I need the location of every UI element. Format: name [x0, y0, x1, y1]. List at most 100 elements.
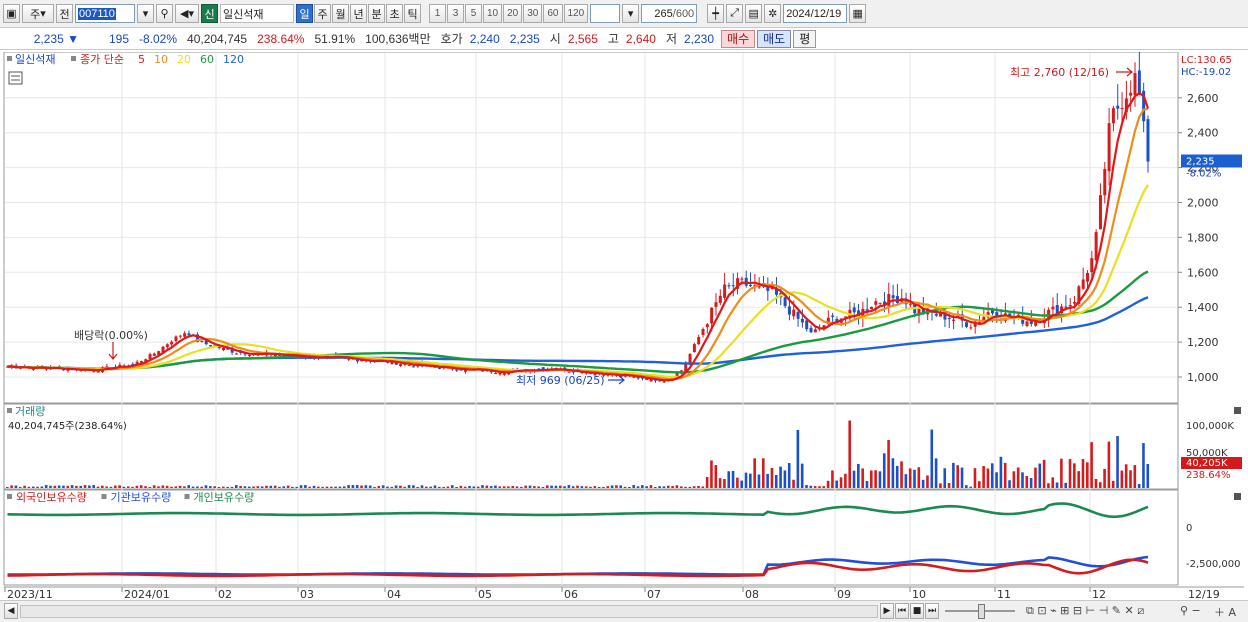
candle-body-249: [1081, 279, 1085, 289]
volume-bar-197: [857, 463, 860, 488]
volume-bar-12: [57, 485, 61, 488]
holding-close-icon[interactable]: [1234, 493, 1241, 500]
date-input[interactable]: 2024/12/19: [783, 4, 848, 23]
volume-bar-244: [1060, 458, 1063, 488]
volume-bar-250: [1086, 462, 1089, 488]
volume-bar-195: [848, 420, 851, 488]
candle-body-256: [1111, 108, 1115, 124]
interval-tab-5[interactable]: 5: [465, 4, 482, 23]
volume-bar-71: [312, 485, 316, 488]
price-panel: [3, 52, 1179, 404]
stock-code-input[interactable]: 007110: [75, 4, 135, 23]
volume-title: 거래량: [15, 405, 45, 418]
volume-bar-86: [377, 486, 381, 488]
volume-bar-174: [757, 474, 761, 488]
volume-bar-260: [1129, 470, 1132, 488]
period-tab-2[interactable]: 월: [332, 4, 349, 23]
volume-bar-177: [770, 468, 774, 488]
volume-bar-243: [1055, 482, 1059, 488]
credit-badge[interactable]: 신: [201, 4, 218, 23]
candle-body-236: [1025, 321, 1029, 326]
interval-tab-60[interactable]: 60: [543, 4, 563, 23]
volume-bar-144: [628, 486, 631, 488]
volume-bar-236: [1025, 475, 1029, 488]
candle-body-34: [152, 353, 156, 356]
volume-bar-64: [282, 486, 286, 488]
volume-bar-165: [718, 478, 722, 488]
date-axis: 2023/11 2024/01 02 03 04 05 06 07 08 09 10 11 12: [4, 587, 1106, 601]
avg-button[interactable]: 평: [793, 29, 817, 48]
volume-bar-140: [610, 485, 614, 488]
search-icon[interactable]: ⚲: [156, 4, 173, 23]
drawing-tools-icon[interactable]: ⧉ ⊡ ⌁ ⊞ ⊟ ⊢ ⊣ ✎ ✕ ⧄: [1026, 604, 1144, 618]
stop-icon[interactable]: ■: [910, 603, 924, 619]
zoom-out-icon[interactable]: ⚲ −: [1180, 604, 1201, 617]
period-tab-0[interactable]: 일: [296, 4, 313, 23]
jump-last-icon[interactable]: ⏭: [925, 603, 939, 619]
volume-bar-208: [904, 474, 908, 488]
volume-close-icon[interactable]: [1234, 407, 1241, 414]
period-tab-4[interactable]: 분: [368, 4, 385, 23]
count-input[interactable]: 265/600: [641, 4, 698, 23]
sell-button[interactable]: 매도: [757, 29, 792, 48]
scroll-right-icon[interactable]: ▶: [880, 603, 894, 619]
period-tab-6[interactable]: 틱: [404, 4, 421, 23]
link-icon[interactable]: ⤢: [726, 4, 744, 23]
save-icon[interactable]: ▤: [745, 4, 763, 23]
candle-icon[interactable]: ┿: [707, 4, 725, 23]
volume-bar-17: [79, 485, 83, 488]
interval-tab-3[interactable]: 3: [447, 4, 464, 23]
volume-bar-252: [1094, 478, 1098, 488]
volume-bar-69: [304, 485, 307, 488]
volume-bar-30: [135, 485, 139, 488]
speaker-icon[interactable]: ◀▾: [175, 4, 199, 23]
ask-label: 호가: [440, 32, 463, 46]
gear-icon[interactable]: ✲: [764, 4, 782, 23]
open-price: 2,565: [567, 31, 598, 46]
period-tab-5[interactable]: 초: [386, 4, 403, 23]
volume-bar-109: [476, 486, 480, 488]
volume-bar-153: [666, 485, 670, 488]
candle-body-170: [740, 278, 744, 280]
volume-bar-63: [278, 486, 281, 488]
volume-bar-39: [174, 486, 178, 488]
zoom-in-icon[interactable]: ＋ A: [1214, 604, 1236, 620]
period-tab-3[interactable]: 년: [350, 4, 367, 23]
grid-icon[interactable]: [8, 71, 23, 85]
low-price: 2,230: [684, 31, 715, 46]
volume-bar-104: [455, 486, 458, 488]
code-dropdown-icon[interactable]: ▾: [137, 4, 154, 23]
volume-bar-25: [114, 485, 117, 488]
volume-bar-84: [368, 485, 372, 488]
candle-body-209: [908, 303, 912, 305]
holding-legend-marker-0: [7, 494, 12, 499]
interval-custom-input[interactable]: [590, 4, 621, 23]
stock-chart[interactable]: 일신석재 종가 단순 5 10 20 60 120 2,6002,4002,2002,0…: [0, 52, 1248, 602]
prev-button[interactable]: 전: [56, 4, 73, 23]
volume-bar-57: [252, 486, 255, 488]
scroll-left-icon[interactable]: ◀: [4, 603, 18, 619]
candle-body-264: [1146, 119, 1150, 162]
bid-price: 2,235: [509, 31, 540, 46]
market-select[interactable]: 주 ▾: [22, 4, 54, 23]
interval-dropdown-icon[interactable]: ▾: [622, 4, 640, 23]
window-menu-icon[interactable]: ▣: [3, 4, 20, 23]
interval-tab-20[interactable]: 20: [503, 4, 523, 23]
calendar-icon[interactable]: ▦: [849, 4, 867, 23]
candle-body-237: [1029, 321, 1033, 324]
jump-first-icon[interactable]: ⏮: [895, 603, 909, 619]
volume-bar-166: [723, 479, 726, 488]
interval-tab-120[interactable]: 120: [563, 4, 589, 23]
interval-tab-1[interactable]: 1: [429, 4, 446, 23]
scroll-track[interactable]: [20, 605, 878, 618]
legend-ma-type: 종가 단순: [80, 53, 124, 66]
candle-body-185: [805, 320, 809, 330]
volume-bar-88: [386, 486, 389, 488]
candle-body-215: [934, 313, 938, 316]
zoom-slider-handle[interactable]: [978, 604, 985, 619]
period-tab-1[interactable]: 주: [314, 4, 331, 23]
candle-body-166: [723, 284, 727, 298]
interval-tab-30[interactable]: 30: [523, 4, 543, 23]
buy-button[interactable]: 매수: [721, 29, 756, 48]
interval-tab-10[interactable]: 10: [483, 4, 503, 23]
